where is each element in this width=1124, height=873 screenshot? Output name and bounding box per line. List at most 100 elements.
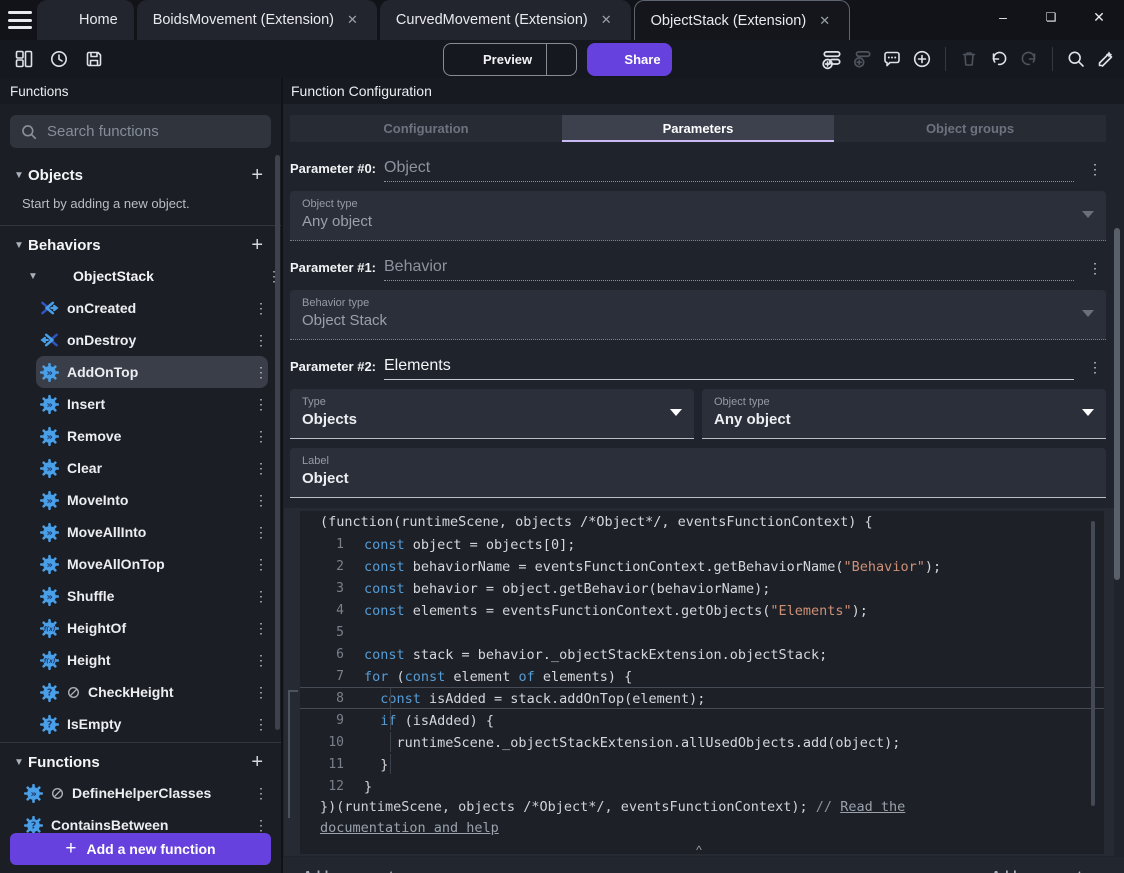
main-menu-button[interactable]: [8, 11, 32, 29]
sidebar-scrollbar[interactable]: [275, 155, 280, 730]
item-menu-button[interactable]: ⋮: [246, 716, 268, 733]
add-event-icon[interactable]: [820, 47, 844, 71]
add-parameter-button-right[interactable]: Add a parameter: [991, 868, 1094, 873]
function-item-definehelperclasses[interactable]: » DefineHelperClasses ⋮: [20, 777, 268, 809]
parameter-name-field[interactable]: Object: [384, 159, 1074, 182]
function-item-moveinto[interactable]: » MoveInto ⋮: [36, 484, 268, 516]
preview-button[interactable]: Preview: [444, 44, 546, 75]
code-line-11[interactable]: 11 }: [300, 753, 1104, 775]
search-icon[interactable]: [1064, 47, 1088, 71]
folder-objectstack[interactable]: ▼ ObjectStack ⋮: [0, 260, 281, 292]
condition-gear-icon: ?: [24, 815, 43, 835]
window-close-button[interactable]: ✕: [1088, 6, 1110, 28]
tab-close-icon[interactable]: ✕: [598, 10, 615, 30]
function-item-moveallinto[interactable]: » MoveAllInto ⋮: [36, 516, 268, 548]
section-header-functions[interactable]: ▼ Functions +: [0, 747, 281, 777]
function-item-moveallontop[interactable]: » MoveAllOnTop ⋮: [36, 548, 268, 580]
preview-options-dropdown[interactable]: [546, 44, 576, 75]
tab-objectstack-extension[interactable]: ObjectStack (Extension) ✕: [633, 0, 851, 40]
parameter-menu-button[interactable]: ⋮: [1074, 161, 1106, 182]
function-item-ondestroy[interactable]: onDestroy ⋮: [36, 324, 268, 356]
save-icon[interactable]: [82, 47, 106, 71]
config-tab-object-groups[interactable]: Object groups: [834, 115, 1106, 142]
code-line-12[interactable]: 12 }: [300, 775, 1104, 797]
function-item-oncreated[interactable]: onCreated ⋮: [36, 292, 268, 324]
function-item-isempty[interactable]: ? IsEmpty ⋮: [36, 708, 268, 740]
parameter-menu-button[interactable]: ⋮: [1074, 260, 1106, 281]
share-button[interactable]: Share: [587, 43, 672, 76]
parameter-fields-2: Type Objects Object type Any object: [290, 389, 1106, 439]
item-menu-button[interactable]: ⋮: [246, 556, 268, 573]
gdevelop-window: Home BoidsMovement (Extension) ✕ CurvedMove…: [0, 0, 1124, 873]
function-item-shuffle[interactable]: » Shuffle ⋮: [36, 580, 268, 612]
function-item-height[interactable]: f(x) Height ⋮: [36, 644, 268, 676]
parameter-name-field[interactable]: Behavior: [384, 258, 1074, 281]
item-menu-button[interactable]: ⋮: [246, 620, 268, 637]
function-item-remove[interactable]: » Remove ⋮: [36, 420, 268, 452]
item-menu-button[interactable]: ⋮: [246, 396, 268, 413]
chevron-down-icon: ▼: [28, 270, 38, 282]
function-item-insert[interactable]: » Insert ⋮: [36, 388, 268, 420]
code-line-5[interactable]: 5: [300, 621, 1104, 643]
javascript-code-editor[interactable]: (function(runtimeScene, objects /*Object…: [300, 511, 1104, 854]
item-menu-button[interactable]: ⋮: [246, 524, 268, 541]
main-scrollbar[interactable]: [1114, 228, 1120, 580]
add-circle-icon[interactable]: [910, 47, 934, 71]
editor-scrollbar[interactable]: [1091, 521, 1095, 806]
item-menu-button[interactable]: ⋮: [246, 652, 268, 669]
code-line-8[interactable]: 8 const isAdded = stack.addOnTop(element…: [300, 687, 1104, 709]
tab-close-icon[interactable]: ✕: [344, 10, 361, 30]
item-menu-button[interactable]: ⋮: [246, 428, 268, 445]
code-line-7[interactable]: 7 for (const element of elements) {: [300, 665, 1104, 687]
code-line-9[interactable]: 9 if (isAdded) {: [300, 709, 1104, 731]
item-menu-button[interactable]: ⋮: [246, 300, 268, 317]
item-menu-button[interactable]: ⋮: [246, 817, 268, 834]
dropdown-object-type[interactable]: Object type Any object: [702, 389, 1106, 439]
code-line-3[interactable]: 3 const behavior = object.getBehavior(be…: [300, 577, 1104, 599]
tab-boidsmovement-extension[interactable]: BoidsMovement (Extension) ✕: [136, 0, 377, 40]
tab-curvedmovement-extension[interactable]: CurvedMovement (Extension) ✕: [379, 0, 631, 40]
section-header-behaviors[interactable]: ▼ Behaviors +: [0, 230, 281, 260]
code-line-10[interactable]: 10 runtimeScene._objectStackExtension.al…: [300, 731, 1104, 753]
section-header-objects[interactable]: ▼ Objects +: [0, 160, 281, 190]
input-label[interactable]: Label Object: [290, 448, 1106, 498]
item-menu-button[interactable]: ⋮: [246, 332, 268, 349]
history-icon[interactable]: [47, 47, 71, 71]
documentation-link[interactable]: documentation and help: [320, 820, 499, 836]
item-menu-button[interactable]: ⋮: [246, 460, 268, 477]
code-line-2[interactable]: 2 const behaviorName = eventsFunctionCon…: [300, 555, 1104, 577]
tab-home[interactable]: Home: [37, 0, 134, 40]
add-parameter-button[interactable]: Add a parameter: [303, 868, 406, 873]
item-menu-button[interactable]: ⋮: [246, 684, 268, 701]
config-tab-configuration[interactable]: Configuration: [290, 115, 562, 142]
item-menu-button[interactable]: ⋮: [246, 785, 268, 802]
code-line-6[interactable]: 6 const stack = behavior._objectStackExt…: [300, 643, 1104, 665]
edit-pen-icon[interactable]: [1094, 47, 1118, 71]
add-objects-button[interactable]: +: [245, 165, 269, 185]
function-item-clear[interactable]: » Clear ⋮: [36, 452, 268, 484]
parameter-name-field[interactable]: Elements: [384, 357, 1074, 380]
item-menu-button[interactable]: ⋮: [246, 364, 268, 381]
config-tab-parameters[interactable]: Parameters: [562, 115, 834, 142]
function-item-addontop[interactable]: » AddOnTop ⋮: [36, 356, 268, 388]
dropdown-type[interactable]: Type Objects: [290, 389, 694, 439]
function-item-heightof[interactable]: f(x) HeightOf ⋮: [36, 612, 268, 644]
undo-icon[interactable]: [987, 47, 1011, 71]
parameter-menu-button[interactable]: ⋮: [1074, 359, 1106, 380]
add-functions-button[interactable]: +: [245, 752, 269, 772]
search-functions-input[interactable]: [47, 123, 261, 140]
window-maximize-button[interactable]: ❏: [1040, 6, 1062, 28]
tab-close-icon[interactable]: ✕: [816, 11, 833, 31]
window-minimize-button[interactable]: –: [992, 6, 1014, 28]
panels-icon[interactable]: [12, 47, 36, 71]
code-line-1[interactable]: 1 const object = objects[0];: [300, 533, 1104, 555]
item-menu-button[interactable]: ⋮: [246, 492, 268, 509]
editor-resize-handle[interactable]: ^: [696, 844, 702, 856]
item-menu-button[interactable]: ⋮: [246, 588, 268, 605]
code-line-4[interactable]: 4 const elements = eventsFunctionContext…: [300, 599, 1104, 621]
add-behaviors-button[interactable]: +: [245, 235, 269, 255]
add-new-function-button[interactable]: + Add a new function: [10, 833, 271, 865]
function-item-checkheight[interactable]: ? CheckHeight ⋮: [36, 676, 268, 708]
add-comment-icon[interactable]: [880, 47, 904, 71]
documentation-link[interactable]: Read the: [840, 799, 905, 815]
